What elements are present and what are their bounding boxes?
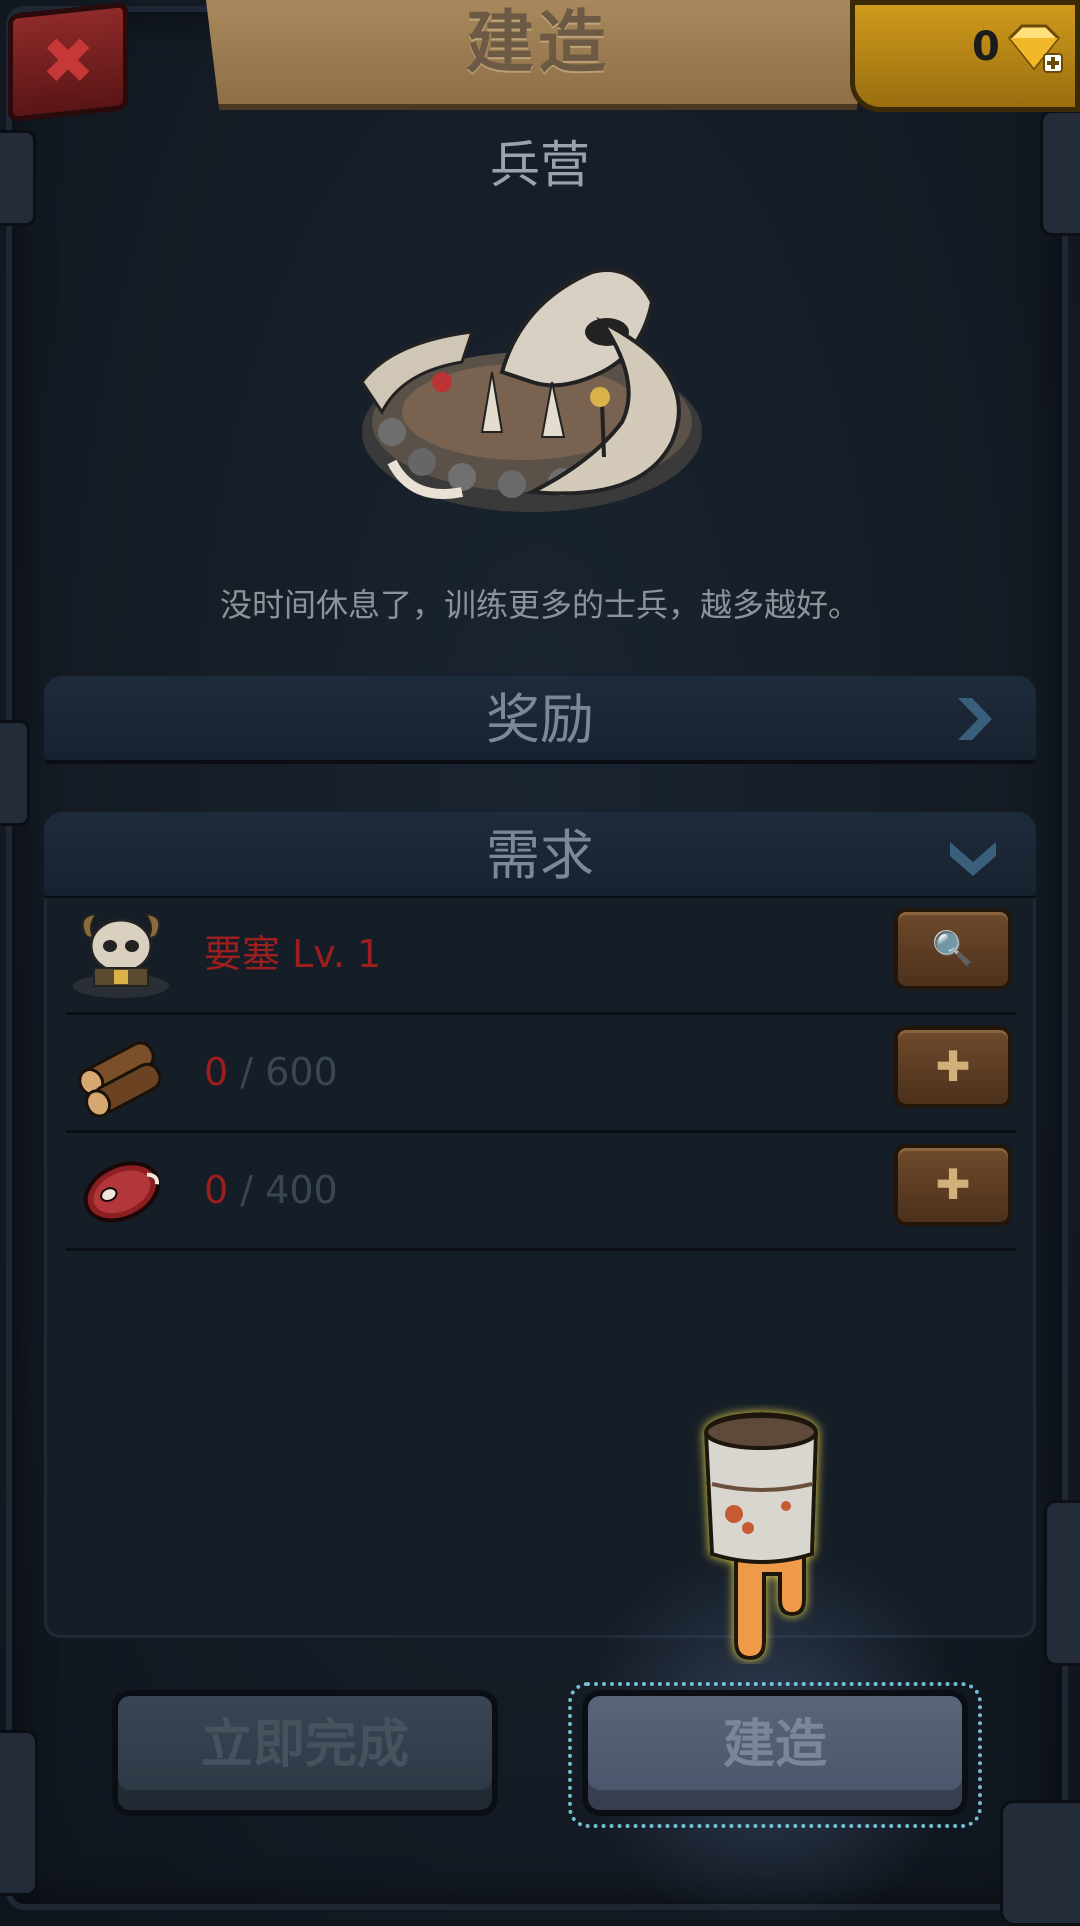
wood-current: 0 — [204, 1050, 229, 1094]
requirement-fortress-name: 要塞 — [204, 932, 281, 976]
close-icon[interactable]: ✖ — [8, 8, 128, 116]
barracks-building-image — [360, 268, 702, 512]
gem-plus-icon[interactable] — [1004, 22, 1064, 74]
build-label: 建造 — [722, 1715, 827, 1775]
gem-count: 0 — [972, 24, 1000, 70]
wood-needed: / 600 — [240, 1050, 338, 1094]
plus-icon[interactable]: ✚ — [894, 1144, 1012, 1226]
requirements-panel-title: 需求 — [486, 824, 594, 887]
chevron-right-icon[interactable] — [948, 694, 998, 744]
meat-needed: / 400 — [240, 1168, 338, 1212]
rock-decoration — [1000, 1800, 1080, 1926]
building-description: 没时间休息了，训练更多的士兵，越多越好。 — [219, 586, 860, 624]
chevron-down-icon[interactable] — [948, 830, 998, 880]
wood-logs-icon — [78, 1041, 162, 1118]
rock-decoration — [0, 1730, 38, 1896]
requirement-meat-text: 0 / 400 — [204, 1160, 704, 1220]
meat-icon — [83, 1161, 160, 1223]
plus-icon[interactable]: ✚ — [894, 1026, 1012, 1108]
rock-decoration — [1044, 1500, 1080, 1666]
reward-panel-title: 奖励 — [486, 688, 594, 751]
instant-complete-label: 立即完成 — [200, 1715, 409, 1775]
meat-current: 0 — [204, 1168, 229, 1212]
requirement-row-meat: 0 / 400 ✚ — [66, 1132, 1016, 1251]
rock-decoration — [0, 720, 30, 826]
requirement-fortress-text: 要塞 Lv. 1 — [204, 924, 704, 984]
building-name: 兵营 — [490, 136, 590, 194]
skull-fortress-icon — [73, 912, 169, 998]
requirement-fortress-level: Lv. 1 — [292, 932, 382, 976]
page-title: 建造 — [465, 4, 610, 83]
magnifier-icon[interactable]: 🔍 — [894, 908, 1012, 990]
tutorial-pointer-hand-icon — [703, 1411, 819, 1661]
requirement-wood-text: 0 / 600 — [204, 1042, 704, 1102]
requirement-row-fortress: 要塞 Lv. 1 🔍 — [66, 896, 1016, 1015]
requirement-row-wood: 0 / 600 ✚ — [66, 1014, 1016, 1133]
